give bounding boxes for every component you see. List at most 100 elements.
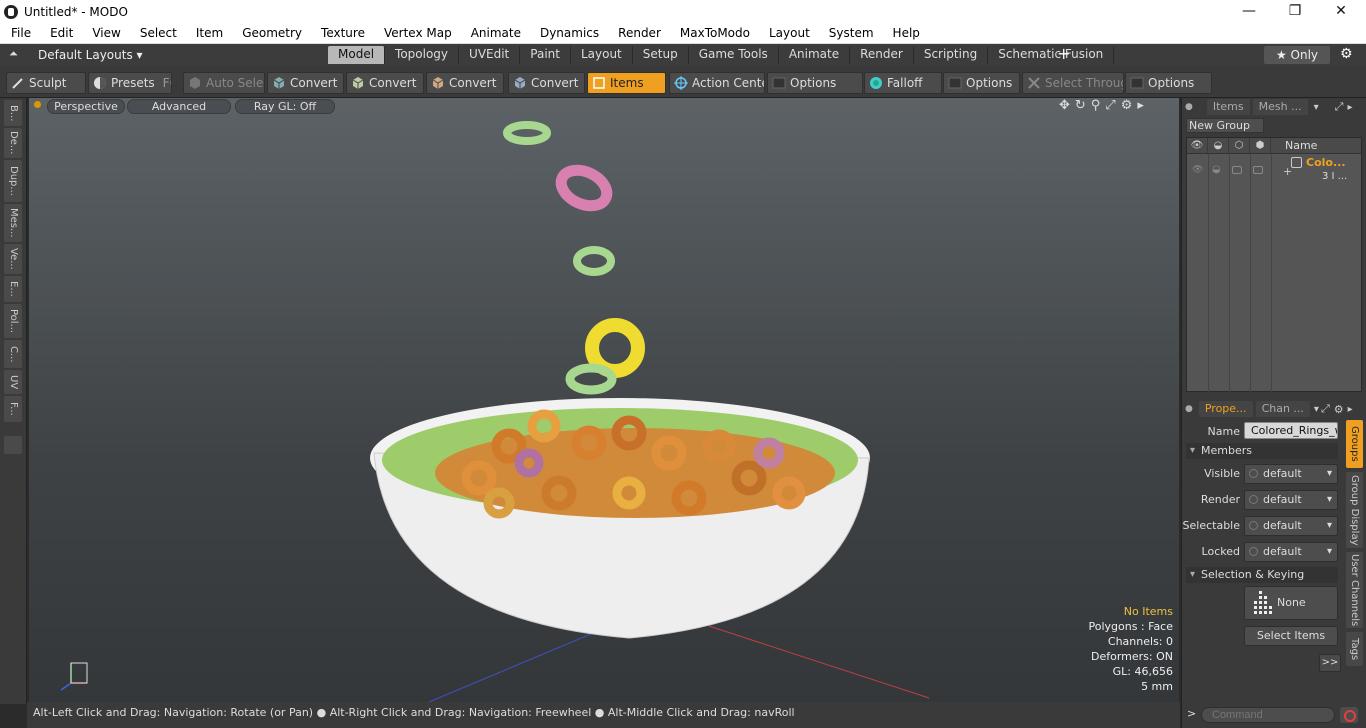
menu-item-select[interactable]: Select xyxy=(129,26,185,40)
command-input[interactable] xyxy=(1201,707,1335,723)
groups-list[interactable]: 👁 ◒ ⬡ ⬢ Name 👁 ◒ + Colo... 3 I ... xyxy=(1186,137,1362,392)
list-item[interactable]: 👁 ◒ + Colo... 3 I ... xyxy=(1187,156,1363,186)
add-tab-icon[interactable]: + xyxy=(1057,44,1070,63)
menu-item-item[interactable]: Item xyxy=(185,26,231,40)
tab-paint[interactable]: Paint xyxy=(520,46,571,64)
tab-game-tools[interactable]: Game Tools xyxy=(689,46,779,64)
close-icon[interactable]: ✕ xyxy=(1318,0,1364,23)
options-button-1[interactable]: Options xyxy=(767,72,863,94)
left-tab-4[interactable]: Ve... xyxy=(4,244,22,274)
tab-render[interactable]: Render xyxy=(850,46,914,64)
group-item-count: 3 I ... xyxy=(1322,171,1348,182)
left-tab-0[interactable]: B... xyxy=(4,100,22,126)
selectable-dropdown[interactable]: default xyxy=(1244,516,1338,536)
menu-item-render[interactable]: Render xyxy=(607,26,669,40)
status-bar: Alt-Left Click and Drag: Navigation: Rot… xyxy=(27,702,1180,728)
maximize-icon[interactable]: ❐ xyxy=(1272,0,1318,23)
selection-keying-section[interactable]: Selection & Keying xyxy=(1186,567,1338,583)
items-button[interactable]: Items xyxy=(587,72,666,94)
none-button[interactable]: None xyxy=(1244,586,1338,620)
left-tab-8[interactable]: UV xyxy=(4,370,22,394)
eye-icon[interactable]: 👁 xyxy=(1187,138,1208,153)
panel-arrow-icon[interactable]: ▸ xyxy=(1348,404,1353,415)
menu-item-animate[interactable]: Animate xyxy=(460,26,529,40)
action-center-button[interactable]: Action Center xyxy=(669,72,765,94)
side-tab-user-channels[interactable]: User Channels xyxy=(1346,552,1363,628)
left-tab-5[interactable]: E... xyxy=(4,276,22,302)
expand-icon[interactable]: ⤢ xyxy=(1335,100,1344,114)
render-dropdown[interactable]: default xyxy=(1244,490,1338,510)
select-items-button[interactable]: Select Items xyxy=(1244,626,1338,646)
render-toggle-icon[interactable]: ◒ xyxy=(1212,164,1221,175)
side-tab-groups[interactable]: Groups xyxy=(1346,420,1363,468)
left-tab-3[interactable]: Mes... xyxy=(4,204,22,242)
tab-model[interactable]: Model xyxy=(328,46,386,64)
gear-icon[interactable]: ⚙ xyxy=(1340,46,1353,62)
options-button-3[interactable]: Options xyxy=(1125,72,1212,94)
left-tab-2[interactable]: Dup... xyxy=(4,160,22,202)
select-through-button[interactable]: Select Through xyxy=(1022,72,1124,94)
tab-layout[interactable]: Layout xyxy=(571,46,633,64)
convert-button-3[interactable]: Convert xyxy=(426,72,504,94)
only-button[interactable]: ★ Only xyxy=(1264,46,1330,64)
visibility-icon[interactable]: 👁 xyxy=(1192,165,1203,175)
tab-items[interactable]: Items xyxy=(1206,99,1250,115)
lock-checkbox[interactable] xyxy=(1253,166,1263,174)
panel-arrow-icon[interactable]: ▸ xyxy=(1347,102,1352,113)
menu-item-geometry[interactable]: Geometry xyxy=(231,26,310,40)
left-tab-6[interactable]: Pol... xyxy=(4,304,22,338)
new-group-button[interactable]: New Group xyxy=(1186,118,1264,133)
minimize-icon[interactable]: — xyxy=(1226,0,1272,23)
locked-dropdown[interactable]: default xyxy=(1244,542,1338,562)
presets-button[interactable]: PresetsF6 xyxy=(88,72,172,94)
dropdown-arrow-icon[interactable]: ▾ xyxy=(1314,102,1319,113)
lock-icon[interactable]: ⬢ xyxy=(1250,138,1271,153)
members-section[interactable]: Members xyxy=(1186,443,1338,459)
menu-item-layout[interactable]: Layout xyxy=(758,26,818,40)
record-icon[interactable] xyxy=(1340,707,1358,723)
tab-animate[interactable]: Animate xyxy=(779,46,851,64)
default-layouts-dropdown[interactable]: Default Layouts ▾ xyxy=(38,48,318,62)
menu-item-texture[interactable]: Texture xyxy=(310,26,373,40)
convert-button-2[interactable]: Convert xyxy=(346,72,424,94)
falloff-button[interactable]: Falloff xyxy=(864,72,942,94)
select-icon[interactable]: ⬡ xyxy=(1229,138,1250,153)
visible-dropdown[interactable]: default xyxy=(1244,464,1338,484)
command-arrow-icon[interactable]: > xyxy=(1187,707,1196,720)
left-tab-9[interactable]: F... xyxy=(4,396,22,422)
name-field[interactable]: Colored_Rings_w xyxy=(1244,422,1338,439)
left-tab-1[interactable]: De... xyxy=(4,128,22,158)
render-icon[interactable]: ◒ xyxy=(1208,138,1229,153)
more-button[interactable]: >> xyxy=(1319,654,1341,672)
tab-uvedit[interactable]: UVEdit xyxy=(459,46,521,64)
name-column-header[interactable]: Name xyxy=(1271,138,1317,153)
menu-item-help[interactable]: Help xyxy=(882,26,928,40)
menu-item-vertex-map[interactable]: Vertex Map xyxy=(373,26,460,40)
options-button-2[interactable]: Options xyxy=(943,72,1020,94)
tab-mesh[interactable]: Mesh ... xyxy=(1252,99,1308,115)
side-tab-tags[interactable]: Tags xyxy=(1346,632,1363,666)
convert-button-1[interactable]: Convert xyxy=(267,72,344,94)
left-tab-7[interactable]: C... xyxy=(4,340,22,368)
menu-item-maxtomodo[interactable]: MaxToModo xyxy=(669,26,758,40)
tab-schematic-fusion[interactable]: Schematic Fusion xyxy=(988,46,1115,64)
sculpt-button[interactable]: Sculpt xyxy=(6,72,86,94)
group-name[interactable]: Colo... xyxy=(1306,156,1346,169)
menu-item-edit[interactable]: Edit xyxy=(39,26,81,40)
tab-scripting[interactable]: Scripting xyxy=(914,46,989,64)
properties-form: Name Colored_Rings_w Members Visible def… xyxy=(1182,400,1344,728)
auto-select-button[interactable]: Auto Select xyxy=(183,72,265,94)
left-strip-button[interactable] xyxy=(4,436,22,454)
menu-item-file[interactable]: File xyxy=(0,26,39,40)
3d-viewport[interactable]: Perspective Advanced Ray GL: Off ✥↻⚲⤢⚙▸ xyxy=(29,98,1179,702)
presets-icon xyxy=(94,77,106,89)
collapse-icon[interactable]: ⏶ xyxy=(9,47,18,61)
side-tab-group-display[interactable]: Group Display xyxy=(1346,472,1363,548)
tab-topology[interactable]: Topology xyxy=(385,46,460,64)
select-checkbox[interactable] xyxy=(1232,166,1242,174)
menu-item-system[interactable]: System xyxy=(818,26,882,40)
menu-item-view[interactable]: View xyxy=(81,26,128,40)
menu-item-dynamics[interactable]: Dynamics xyxy=(529,26,607,40)
tab-setup[interactable]: Setup xyxy=(633,46,689,64)
convert-button-4[interactable]: Convert xyxy=(508,72,585,94)
